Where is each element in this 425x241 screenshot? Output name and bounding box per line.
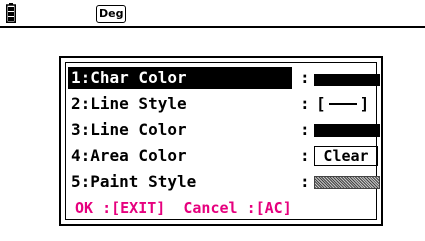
menu-item-line-color[interactable]: 3:Line Color :	[68, 119, 380, 141]
dialog-footer: OK :[EXIT] Cancel :[AC]	[75, 198, 292, 218]
setup-dialog: 1:Char Color : 2:Line Style : [] 3:Line …	[59, 56, 383, 226]
menu-item-separator: :	[300, 68, 310, 87]
line-style-value: []	[316, 93, 369, 115]
open-bracket: [	[316, 94, 326, 113]
ok-hint: OK :[EXIT]	[75, 199, 166, 217]
status-divider	[0, 26, 425, 28]
menu-item-label: 4:Area Color	[71, 146, 187, 165]
menu-item-line-style[interactable]: 2:Line Style : []	[68, 93, 370, 115]
menu-item-label: 2:Line Style	[71, 94, 187, 113]
cancel-hint: Cancel :[AC]	[183, 199, 292, 217]
menu-item-label: 5:Paint Style	[71, 172, 197, 191]
area-color-value: Clear	[314, 146, 378, 166]
menu-item-char-color[interactable]: 1:Char Color :	[68, 67, 380, 89]
status-bar: Deg	[0, 0, 425, 26]
menu-item-label: 3:Line Color	[71, 120, 187, 139]
paint-style-pattern	[314, 176, 380, 189]
line-color-swatch	[314, 124, 380, 137]
angle-mode-indicator: Deg	[96, 5, 127, 23]
menu-item-paint-style[interactable]: 5:Paint Style :	[68, 171, 380, 193]
menu-item-label: 1:Char Color	[71, 68, 187, 87]
battery-icon	[6, 3, 16, 23]
menu-item-separator: :	[300, 172, 310, 191]
menu-item-separator: :	[300, 120, 310, 139]
menu-item-separator: :	[300, 94, 310, 113]
calculator-screen: Deg 1:Char Color : 2:Line Style : [] 3:L…	[0, 0, 425, 241]
close-bracket: ]	[359, 94, 370, 113]
solid-line-icon	[328, 102, 357, 105]
menu-item-area-color[interactable]: 4:Area Color : Clear	[68, 145, 378, 167]
char-color-swatch	[314, 74, 380, 86]
menu-item-separator: :	[300, 146, 310, 165]
